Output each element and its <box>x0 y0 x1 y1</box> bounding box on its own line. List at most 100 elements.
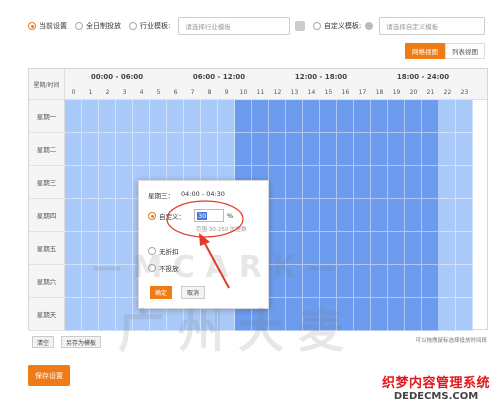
time-slot-cell[interactable] <box>218 100 235 133</box>
radio-industry-template[interactable]: 行业模板: <box>129 21 170 31</box>
time-slot-cell[interactable] <box>82 199 99 232</box>
time-slot-cell[interactable] <box>286 265 303 298</box>
time-slot-cell[interactable] <box>269 199 286 232</box>
time-slot-cell[interactable] <box>337 166 354 199</box>
time-slot-cell[interactable] <box>286 133 303 166</box>
time-slot-cell[interactable] <box>388 199 405 232</box>
time-slot-cell[interactable] <box>371 133 388 166</box>
time-slot-cell[interactable] <box>82 232 99 265</box>
time-slot-cell[interactable] <box>337 265 354 298</box>
time-slot-cell[interactable] <box>439 298 456 331</box>
radio-no-delivery[interactable]: 不投放 <box>148 263 179 273</box>
time-slot-cell[interactable] <box>354 199 371 232</box>
discount-percent-input[interactable]: 30 <box>194 209 224 222</box>
tab-list-view[interactable]: 列表视图 <box>445 43 485 59</box>
time-slot-cell[interactable] <box>82 100 99 133</box>
time-slot-cell[interactable] <box>388 298 405 331</box>
time-slot-cell[interactable] <box>422 298 439 331</box>
time-slot-cell[interactable] <box>99 199 116 232</box>
time-slot-cell[interactable] <box>116 100 133 133</box>
time-slot-cell[interactable] <box>337 100 354 133</box>
time-slot-cell[interactable] <box>456 166 473 199</box>
time-slot-cell[interactable] <box>320 133 337 166</box>
time-slot-cell[interactable] <box>303 133 320 166</box>
time-slot-cell[interactable] <box>439 100 456 133</box>
time-slot-cell[interactable] <box>456 133 473 166</box>
time-slot-cell[interactable] <box>371 100 388 133</box>
time-slot-cell[interactable] <box>99 166 116 199</box>
time-slot-cell[interactable] <box>116 166 133 199</box>
time-slot-cell[interactable] <box>286 100 303 133</box>
time-slot-cell[interactable] <box>439 166 456 199</box>
radio-current-settings[interactable]: 当前设置 <box>28 21 67 31</box>
time-slot-cell[interactable] <box>65 265 82 298</box>
time-slot-cell[interactable] <box>320 232 337 265</box>
time-slot-cell[interactable] <box>405 133 422 166</box>
time-slot-cell[interactable] <box>422 199 439 232</box>
time-slot-cell[interactable] <box>218 133 235 166</box>
time-slot-cell[interactable] <box>320 265 337 298</box>
time-slot-cell[interactable] <box>167 133 184 166</box>
time-slot-cell[interactable] <box>184 100 201 133</box>
time-slot-cell[interactable] <box>405 199 422 232</box>
time-slot-cell[interactable] <box>269 298 286 331</box>
time-slot-cell[interactable] <box>354 166 371 199</box>
time-slot-cell[interactable] <box>133 133 150 166</box>
time-slot-cell[interactable] <box>388 133 405 166</box>
time-slot-cell[interactable] <box>439 265 456 298</box>
time-slot-cell[interactable] <box>371 265 388 298</box>
time-slot-cell[interactable] <box>116 232 133 265</box>
time-slot-cell[interactable] <box>286 232 303 265</box>
time-slot-cell[interactable] <box>337 232 354 265</box>
time-slot-cell[interactable] <box>65 232 82 265</box>
time-slot-cell[interactable] <box>456 265 473 298</box>
time-slot-cell[interactable] <box>116 199 133 232</box>
time-slot-cell[interactable] <box>439 232 456 265</box>
time-slot-cell[interactable] <box>82 166 99 199</box>
time-slot-cell[interactable] <box>116 298 133 331</box>
time-slot-cell[interactable] <box>167 100 184 133</box>
time-slot-cell[interactable] <box>303 166 320 199</box>
time-slot-cell[interactable] <box>388 232 405 265</box>
time-slot-cell[interactable] <box>354 298 371 331</box>
time-slot-cell[interactable] <box>422 232 439 265</box>
time-slot-cell[interactable] <box>133 100 150 133</box>
time-slot-cell[interactable] <box>65 298 82 331</box>
time-slot-cell[interactable] <box>303 100 320 133</box>
time-slot-cell[interactable] <box>252 100 269 133</box>
time-slot-cell[interactable] <box>82 298 99 331</box>
time-slot-cell[interactable] <box>252 133 269 166</box>
time-slot-cell[interactable] <box>303 298 320 331</box>
time-slot-cell[interactable] <box>439 199 456 232</box>
time-slot-cell[interactable] <box>99 298 116 331</box>
time-slot-cell[interactable] <box>269 166 286 199</box>
time-slot-cell[interactable] <box>456 298 473 331</box>
time-slot-cell[interactable] <box>320 166 337 199</box>
time-slot-cell[interactable] <box>371 166 388 199</box>
radio-dot[interactable] <box>148 247 156 255</box>
time-slot-cell[interactable] <box>269 133 286 166</box>
time-slot-cell[interactable] <box>320 298 337 331</box>
time-slot-cell[interactable] <box>405 166 422 199</box>
time-slot-cell[interactable] <box>65 166 82 199</box>
time-slot-cell[interactable] <box>150 100 167 133</box>
time-slot-cell[interactable] <box>354 265 371 298</box>
time-slot-cell[interactable] <box>286 298 303 331</box>
radio-dot-selected[interactable] <box>148 212 156 220</box>
time-slot-cell[interactable] <box>422 100 439 133</box>
time-slot-cell[interactable] <box>99 232 116 265</box>
time-slot-cell[interactable] <box>150 133 167 166</box>
radio-dot[interactable] <box>129 22 137 30</box>
time-slot-cell[interactable] <box>456 199 473 232</box>
time-slot-cell[interactable] <box>337 199 354 232</box>
time-slot-cell[interactable] <box>354 232 371 265</box>
time-slot-cell[interactable] <box>405 232 422 265</box>
time-slot-cell[interactable] <box>116 265 133 298</box>
radio-dot[interactable] <box>75 22 83 30</box>
time-slot-cell[interactable] <box>99 265 116 298</box>
time-slot-cell[interactable] <box>337 298 354 331</box>
time-slot-cell[interactable] <box>320 199 337 232</box>
time-slot-cell[interactable] <box>354 133 371 166</box>
time-slot-cell[interactable] <box>235 100 252 133</box>
radio-custom-discount[interactable]: 自定义： <box>148 211 185 221</box>
